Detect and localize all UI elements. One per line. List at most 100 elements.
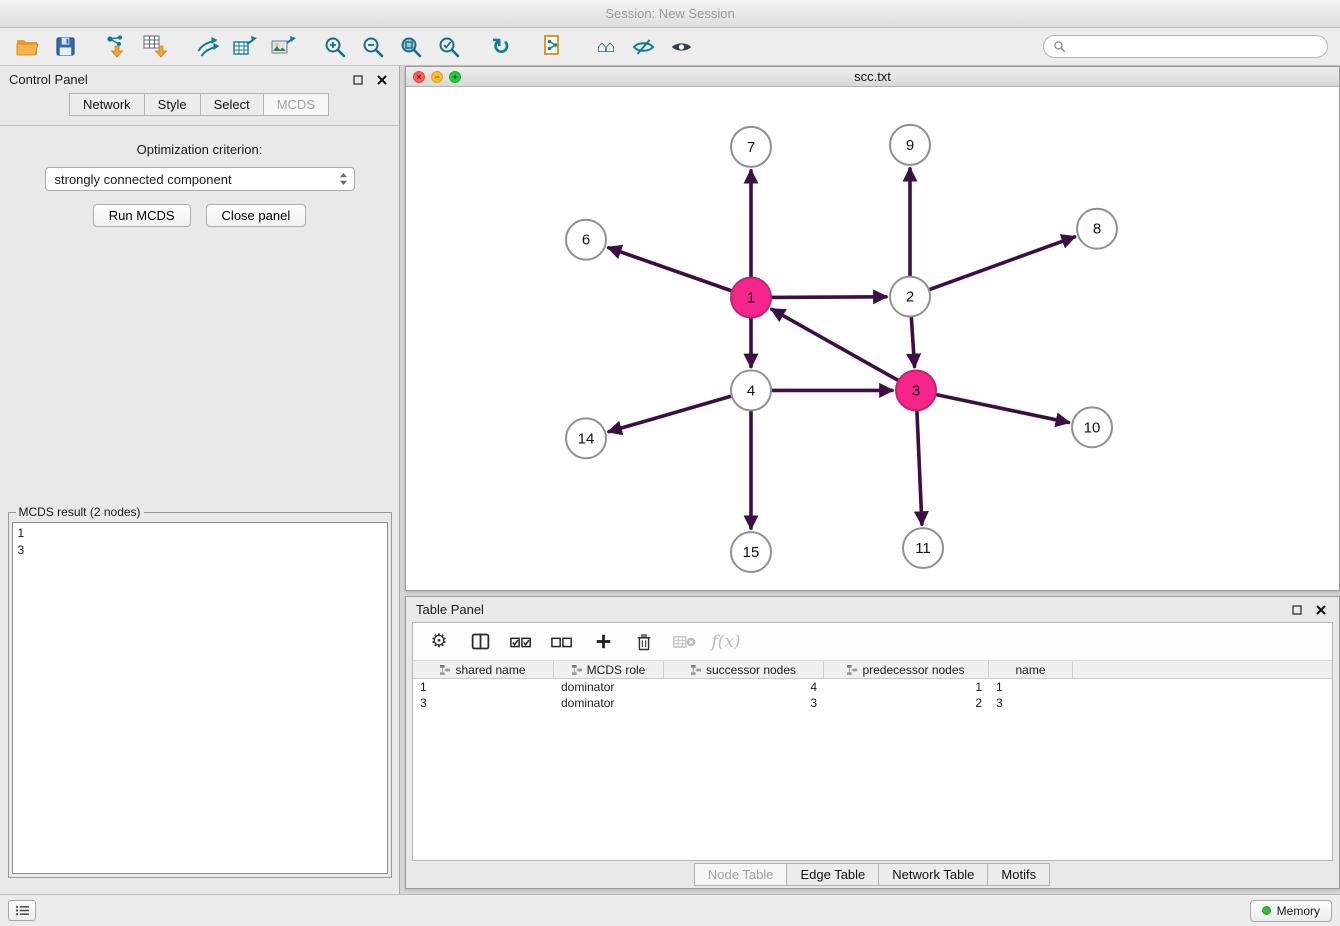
tab-motifs[interactable]: Motifs — [987, 863, 1050, 886]
network-canvas[interactable]: 7 9 6 8 1 2 4 3 14 10 15 11 — [406, 87, 1339, 590]
run-mcds-button[interactable]: Run MCDS — [93, 204, 191, 227]
export-image-button[interactable] — [268, 32, 298, 62]
graph-edge-3-1[interactable] — [772, 309, 899, 380]
fx-icon: f(x) — [711, 632, 740, 652]
graph-edge-4-14[interactable] — [609, 396, 732, 432]
graph-edge-2-3[interactable] — [911, 317, 914, 367]
table-cell: 2 — [824, 695, 989, 711]
graph-node-10[interactable]: 10 — [1072, 407, 1112, 447]
search-icon — [1053, 40, 1066, 53]
tab-mcds[interactable]: MCDS — [263, 93, 329, 116]
tab-select[interactable]: Select — [200, 93, 264, 116]
zoom-window-icon[interactable]: + — [449, 71, 461, 83]
status-bar: Memory — [0, 894, 1340, 926]
graph-node-4[interactable]: 4 — [731, 370, 771, 410]
svg-text:11: 11 — [915, 540, 931, 557]
graph-node-6[interactable]: 6 — [566, 220, 606, 260]
zoom-in-button[interactable] — [320, 32, 350, 62]
table-settings-button[interactable]: ⚙ — [427, 630, 451, 654]
network-arrows-icon — [195, 35, 220, 59]
float-panel-icon[interactable] — [350, 73, 366, 87]
network-window-titlebar[interactable]: × − + scc.txt — [406, 67, 1339, 87]
graph-edge-1-6[interactable] — [609, 248, 733, 291]
zoom-selected-button[interactable] — [434, 32, 464, 62]
graph-node-11[interactable]: 11 — [903, 528, 943, 568]
table-body[interactable]: 1dominator4113dominator323 — [413, 679, 1332, 860]
function-builder-button[interactable]: f(x) — [714, 630, 738, 654]
graph-node-7[interactable]: 7 — [731, 127, 771, 167]
memory-button[interactable]: Memory — [1250, 900, 1332, 922]
graph-node-3[interactable]: 3 — [896, 370, 936, 410]
graph-edge-3-10[interactable] — [936, 394, 1069, 422]
graph-node-2[interactable]: 2 — [890, 277, 930, 317]
delete-column-button[interactable] — [632, 630, 656, 654]
save-session-button[interactable] — [50, 32, 80, 62]
selected-option-label: strongly connected component — [55, 172, 232, 187]
tab-network-table[interactable]: Network Table — [878, 863, 988, 886]
column-header-mcds-role[interactable]: MCDS role — [554, 661, 664, 678]
float-table-panel-icon[interactable] — [1289, 603, 1305, 617]
show-columns-button[interactable] — [468, 630, 492, 654]
refresh-button[interactable]: ↻ — [486, 32, 516, 62]
import-table-button[interactable] — [140, 32, 170, 62]
tab-edge-table[interactable]: Edge Table — [786, 863, 879, 886]
mcds-result-list[interactable]: 1 3 — [12, 522, 388, 874]
graph-edge-2-8[interactable] — [929, 237, 1075, 290]
close-panel-icon[interactable] — [374, 73, 390, 87]
graph-svg[interactable]: 7 9 6 8 1 2 4 3 14 10 15 11 — [406, 87, 1339, 590]
zoom-fit-button[interactable] — [396, 32, 426, 62]
graph-node-15[interactable]: 15 — [731, 532, 771, 572]
graph-edge-1-2[interactable] — [771, 297, 886, 298]
graph-node-9[interactable]: 9 — [890, 125, 930, 165]
apply-style-button[interactable] — [628, 32, 658, 62]
zoom-fit-icon — [399, 35, 423, 59]
tab-network[interactable]: Network — [69, 93, 145, 116]
column-header-shared-name[interactable]: shared name — [413, 661, 554, 678]
delete-table-button[interactable] — [673, 630, 697, 654]
table-tabs: Node Table Edge Table Network Table Moti… — [406, 861, 1339, 888]
close-window-icon[interactable]: × — [413, 71, 425, 83]
tab-node-table[interactable]: Node Table — [694, 863, 788, 886]
svg-text:4: 4 — [747, 382, 755, 399]
refresh-icon: ↻ — [492, 36, 510, 58]
window-titlebar[interactable]: Session: New Session — [0, 0, 1340, 28]
image-arrow-icon — [270, 35, 296, 59]
optimization-criterion-select[interactable]: strongly connected component — [45, 167, 355, 191]
search-input[interactable] — [1071, 40, 1318, 54]
column-header-predecessor-nodes[interactable]: predecessor nodes — [824, 661, 989, 678]
column-header-successor-nodes[interactable]: successor nodes — [664, 661, 824, 678]
new-table-button[interactable] — [230, 32, 260, 62]
table-panel-header: Table Panel — [406, 597, 1339, 622]
add-column-button[interactable] — [591, 630, 615, 654]
control-panel-header: Control Panel — [0, 66, 399, 93]
table-row[interactable]: 3dominator323 — [413, 695, 1332, 711]
save-icon — [54, 35, 77, 58]
graph-node-14[interactable]: 14 — [566, 418, 606, 458]
deselect-all-button[interactable] — [550, 630, 574, 654]
import-network-button[interactable] — [102, 32, 132, 62]
table-row[interactable]: 1dominator411 — [413, 679, 1332, 695]
delete-table-icon — [673, 633, 697, 651]
svg-text:8: 8 — [1093, 221, 1101, 238]
column-type-icon — [572, 665, 583, 675]
graph-node-8[interactable]: 8 — [1077, 209, 1117, 249]
select-all-button[interactable] — [509, 630, 533, 654]
new-network-button[interactable] — [192, 32, 222, 62]
graph-node-1[interactable]: 1 — [731, 278, 771, 318]
minimize-window-icon[interactable]: − — [431, 71, 443, 83]
open-session-button[interactable] — [12, 32, 42, 62]
column-header-name[interactable]: name — [989, 661, 1073, 678]
search-box[interactable] — [1043, 35, 1328, 58]
close-table-panel-icon[interactable] — [1313, 603, 1329, 617]
zoom-out-button[interactable] — [358, 32, 388, 62]
open-recent-file-button[interactable] — [538, 32, 568, 62]
workspace: × − + scc.txt 7 9 6 8 1 2 4 3 14 10 15 11 Table Pan… — [400, 66, 1340, 894]
tab-style[interactable]: Style — [144, 93, 201, 116]
show-hide-graphics-button[interactable] — [666, 32, 696, 62]
task-history-button[interactable] — [8, 900, 36, 921]
close-panel-button[interactable]: Close panel — [206, 204, 307, 227]
mcds-panel-body: Optimization criterion: strongly connect… — [0, 125, 399, 894]
home-layout-button[interactable]: ⌂⌂ — [590, 32, 620, 62]
graph-edge-3-11[interactable] — [917, 410, 922, 524]
open-folder-icon — [14, 35, 40, 59]
